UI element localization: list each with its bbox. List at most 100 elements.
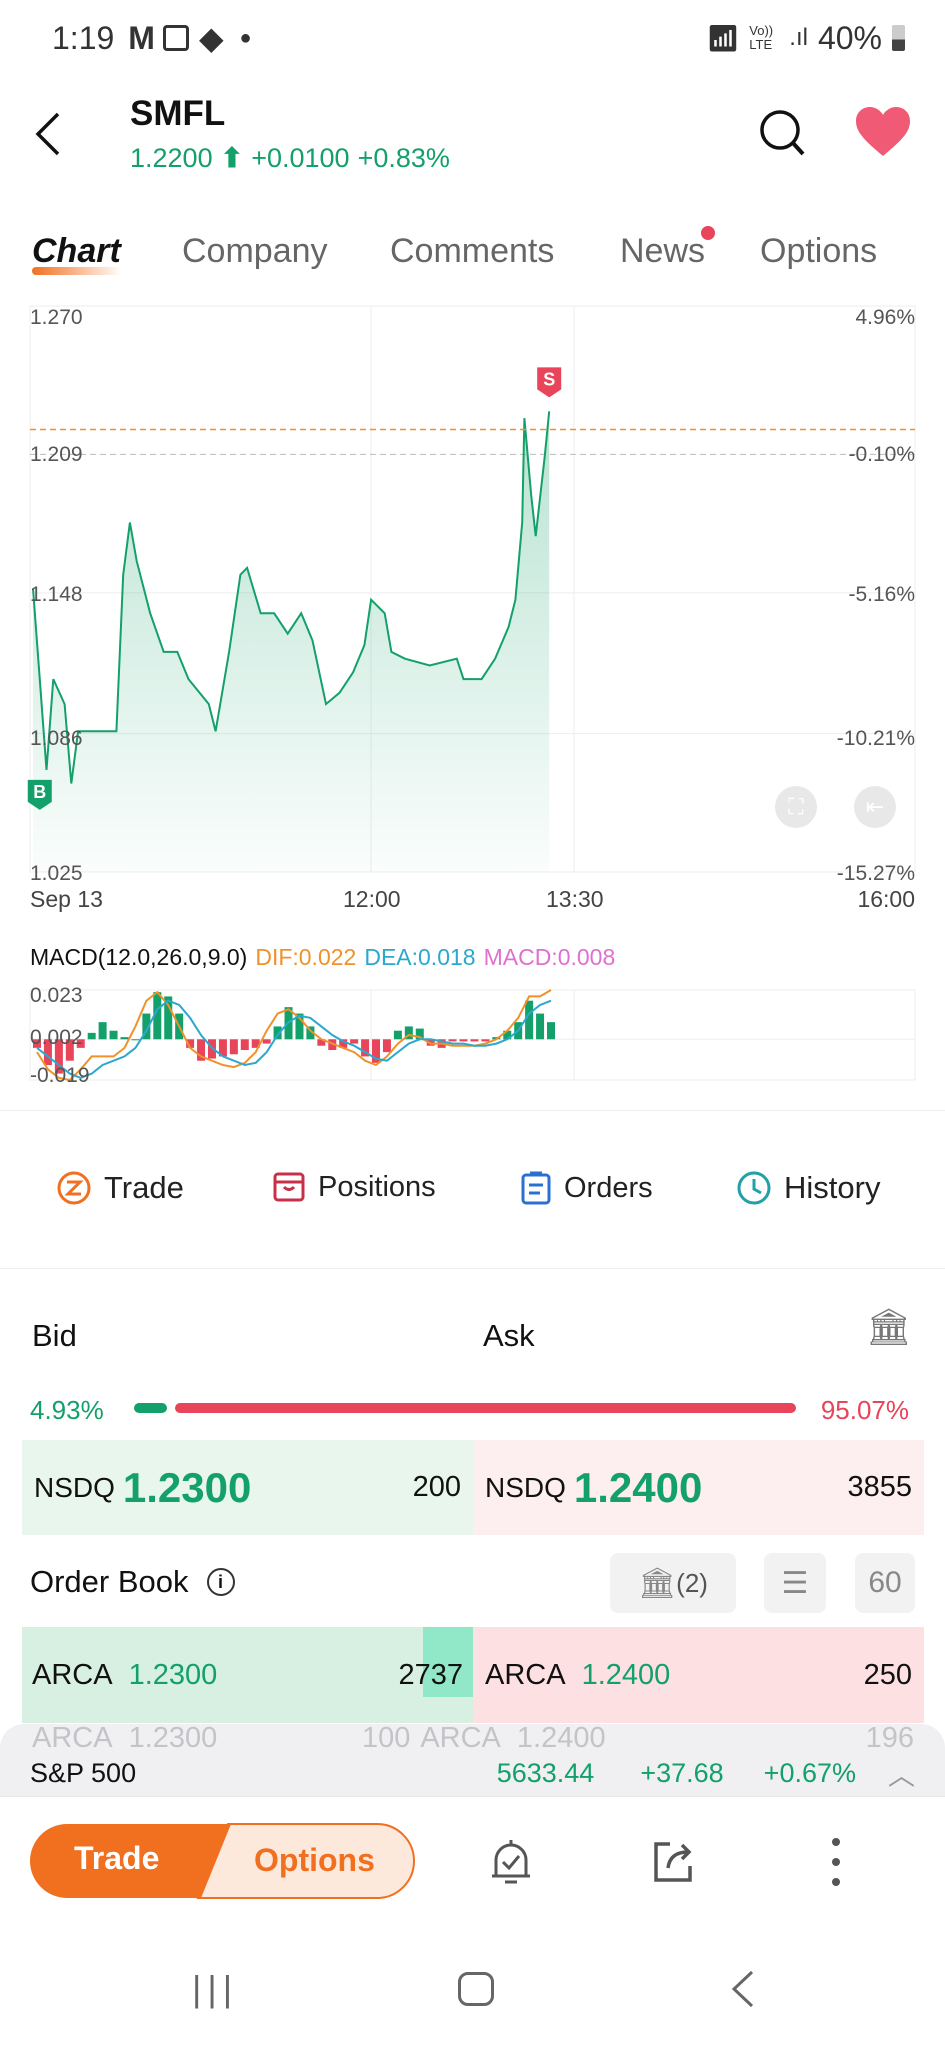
macd-bar (448, 1039, 457, 1042)
chevron-left-icon (35, 112, 60, 156)
wifi-icon: 📶︎ (706, 22, 740, 53)
x-tick: Sep 13 (30, 886, 103, 912)
positions-action[interactable]: Positions (272, 1170, 436, 1204)
macd-bar (131, 1039, 140, 1041)
tab-company[interactable]: Company (182, 232, 328, 271)
ask-price: 1.2400 (573, 1463, 703, 1511)
index-change-pct: +0.67% (763, 1757, 856, 1788)
y2-tick: -5.16% (848, 583, 915, 606)
trade-action[interactable]: Trade (56, 1170, 184, 1206)
exchanges-count: (2) (676, 1567, 708, 1598)
y-tick: 1.025 (30, 862, 83, 885)
best-bid[interactable]: NSDQ 1.2300 200 (22, 1440, 473, 1535)
ask-label: Ask (483, 1318, 535, 1353)
fullscreen-button[interactable]: ⛶ (775, 786, 817, 828)
row-ask-price: 1.2400 (516, 1721, 606, 1754)
tab-label: Chart (32, 232, 121, 270)
row-ask-size: 250 (863, 1658, 912, 1691)
status-bar: 1:19 M ◆ ● 📶︎ Vo)) LTE .ıl 40% (52, 18, 905, 58)
tab-label: News (620, 232, 706, 270)
battery-text: 40% (817, 19, 882, 56)
active-tab-indicator (32, 267, 122, 275)
bid-exchange: NSDQ (34, 1471, 115, 1503)
macd-border (29, 989, 916, 1081)
back-button[interactable] (30, 108, 70, 158)
reset-view-button[interactable]: ⇤ (854, 786, 896, 828)
recents-button[interactable]: ||| (192, 1968, 238, 2010)
alert-button[interactable] (486, 1836, 536, 1893)
x-tick: 12:00 (343, 886, 401, 912)
tab-options[interactable]: Options (760, 232, 877, 271)
y-tick: 1.086 (30, 727, 83, 750)
news-badge (701, 226, 716, 240)
settings-button[interactable]: ☰ (764, 1553, 826, 1613)
ask-size: 3855 (847, 1471, 912, 1503)
dot-icon: ● (239, 26, 252, 49)
y2-tick: 4.96% (855, 306, 915, 329)
options-button[interactable]: Options (254, 1842, 375, 1879)
macd-bar (98, 1022, 107, 1040)
bid-ratio-fill (134, 1403, 167, 1413)
home-button[interactable] (458, 1972, 494, 2006)
macd-bar (350, 1039, 359, 1044)
positions-icon (273, 1172, 305, 1202)
macd-y-tick: 0.002 (30, 1026, 83, 1049)
row-ask-exchange: ARCA (420, 1721, 501, 1754)
more-button[interactable] (826, 1836, 846, 1893)
order-book-row: ARCA 1.2400 250 (473, 1627, 924, 1723)
divider (0, 1796, 945, 1797)
stock-symbol: SMFL (130, 94, 226, 133)
favorite-button[interactable] (854, 106, 912, 163)
row-bid-size: 2737 (398, 1658, 463, 1691)
sliders-icon: ☰ (781, 1566, 809, 1600)
history-action[interactable]: History (736, 1170, 880, 1206)
battery-icon (892, 25, 905, 51)
macd-legend: MACD(12.0,26.0,9.0) DIF:0.022 DEA:0.018 … (30, 944, 615, 971)
info-icon[interactable]: i (206, 1568, 235, 1596)
action-label: History (784, 1170, 881, 1205)
gallery-icon (162, 25, 189, 51)
row-ask-price: 1.2400 (581, 1658, 671, 1691)
chevron-up-icon[interactable]: ︿ (888, 1754, 915, 1793)
bid-size: 200 (412, 1471, 461, 1503)
bid-label: Bid (32, 1318, 77, 1353)
action-label: Orders (564, 1171, 653, 1204)
order-book-row-faded: ARCA 1.2300 100 ARCA 1.2400 196 (22, 1720, 924, 1756)
orders-action[interactable]: Orders (520, 1170, 653, 1206)
row-ask-size: 196 (865, 1721, 914, 1754)
y2-tick: -10.21% (836, 727, 915, 750)
search-button[interactable] (758, 108, 808, 163)
macd-bar (87, 1032, 96, 1040)
order-book-label: Order Book (30, 1564, 189, 1599)
last-price: 1.2200 (130, 143, 213, 173)
divider (0, 1268, 945, 1269)
divider (0, 1110, 945, 1111)
price-area (33, 411, 550, 872)
best-ask[interactable]: NSDQ 1.2400 3855 (473, 1440, 924, 1535)
y-tick: 1.270 (30, 306, 83, 329)
macd-bar (547, 1022, 555, 1040)
macd-bar (120, 1037, 129, 1040)
ask-exchange: NSDQ (485, 1471, 566, 1503)
share-button[interactable] (650, 1838, 698, 1891)
more-vertical-icon (832, 1838, 840, 1886)
row-bid-size: 100 (361, 1721, 411, 1754)
exchange-button[interactable]: 🏛︎ (866, 1306, 912, 1348)
tab-news[interactable]: News (620, 226, 716, 271)
tab-chart[interactable]: Chart (32, 232, 122, 275)
row-bid-exchange: ARCA (32, 1721, 113, 1754)
macd-bar (262, 1039, 271, 1044)
trade-button[interactable]: Trade (74, 1840, 159, 1877)
index-change: +37.68 (640, 1757, 724, 1788)
exchanges-button[interactable]: 🏛︎ (2) (610, 1553, 736, 1613)
price-line: 1.2200 ⬆ +0.0100 +0.83% (130, 143, 450, 174)
share-icon (654, 1842, 692, 1882)
depth-button[interactable]: 60 (855, 1553, 915, 1613)
y2-tick: -15.27% (836, 862, 915, 885)
price-change: +0.0100 (251, 143, 350, 173)
action-label: Trade (104, 1170, 184, 1205)
nav-back-button[interactable] (728, 1968, 758, 2015)
macd-bar (109, 1030, 118, 1040)
macd-chart[interactable] (0, 980, 945, 1090)
tab-comments[interactable]: Comments (390, 232, 554, 271)
